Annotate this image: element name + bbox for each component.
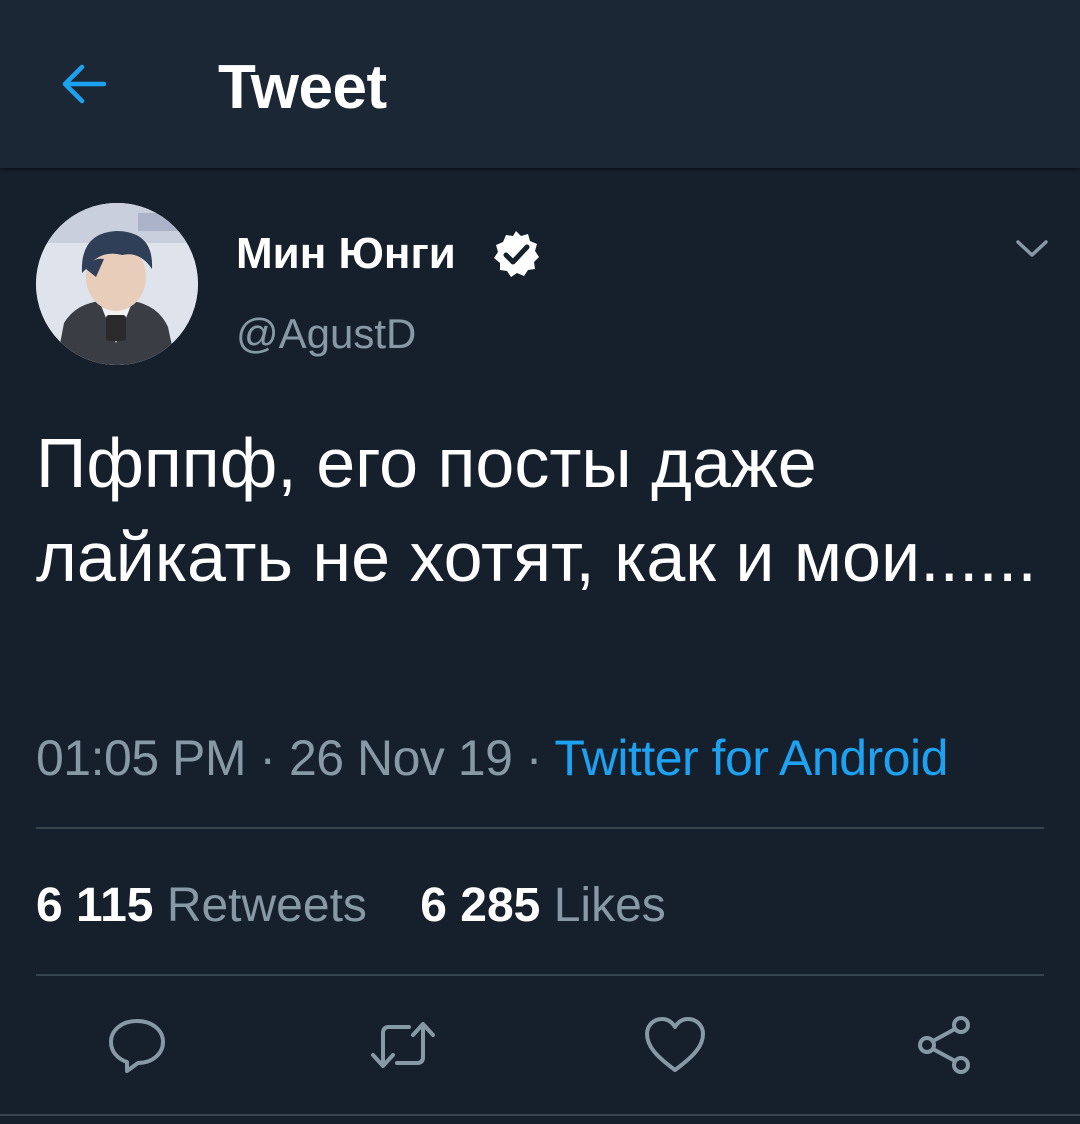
tweet-date: 26 Nov 19	[288, 730, 513, 786]
page-title: Tweet	[218, 53, 387, 122]
divider	[36, 827, 1044, 829]
tweet-text: Пфппф, его посты даже лайкать не хотят, …	[36, 424, 1037, 596]
retweets-count-link[interactable]: 6 115 Retweets	[36, 879, 367, 932]
likes-count: 6 285	[420, 879, 541, 932]
back-button[interactable]	[52, 52, 116, 116]
top-app-bar: Tweet	[0, 0, 1080, 168]
reply-button[interactable]	[102, 1012, 172, 1078]
tweet-menu-button[interactable]	[1006, 222, 1058, 274]
tweet-detail-screen: Tweet Мин Юнги @AgustD Пфппф, его посты …	[0, 0, 1080, 1124]
divider	[36, 974, 1044, 976]
chevron-down-icon	[1016, 240, 1048, 257]
retweet-button[interactable]	[368, 1012, 438, 1078]
arrow-left-icon	[62, 64, 107, 104]
like-button[interactable]	[640, 1012, 710, 1078]
tweet-source-link[interactable]: Twitter for Android	[554, 730, 948, 786]
share-icon	[918, 1016, 970, 1074]
retweets-label: Retweets	[166, 879, 367, 932]
likes-count-link[interactable]: 6 285 Likes	[420, 879, 666, 932]
share-button[interactable]	[910, 1012, 980, 1078]
likes-label: Likes	[553, 879, 666, 932]
reply-icon	[109, 1019, 165, 1073]
meta-separator: ·	[512, 730, 555, 786]
avatar-image	[36, 203, 198, 365]
engagement-counts: 6 115 Retweets 6 285 Likes	[36, 876, 666, 936]
tweet-meta: 01:05 PM · 26 Nov 19 · Twitter for Andro…	[36, 726, 948, 790]
retweets-count: 6 115	[36, 879, 154, 932]
meta-separator: ·	[246, 730, 289, 786]
tweet-time: 01:05 PM	[36, 730, 247, 786]
user-handle[interactable]: @AgustD	[236, 306, 416, 362]
verified-badge-icon	[494, 231, 539, 277]
avatar[interactable]	[36, 203, 198, 365]
divider	[0, 1114, 1080, 1116]
display-name[interactable]: Мин Юнги	[236, 226, 456, 282]
heart-icon	[645, 1017, 705, 1072]
retweet-icon	[371, 1022, 435, 1068]
